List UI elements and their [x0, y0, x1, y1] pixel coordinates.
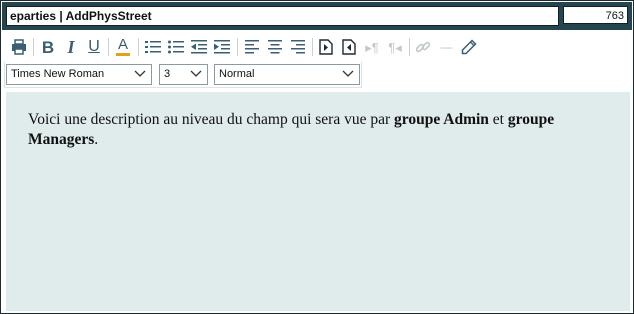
horizontal-rule-icon: ----: [440, 40, 453, 54]
character-count: 763: [563, 6, 628, 24]
toolbar-separator: [108, 38, 109, 56]
editor-content[interactable]: Voici une description au niveau du champ…: [28, 110, 608, 150]
toolbar-separator: [33, 38, 34, 56]
header-bar: eparties | AddPhysStreet 763: [2, 2, 632, 30]
toolbar-separator: [237, 38, 238, 56]
align-left-icon[interactable]: [241, 36, 263, 58]
underline-icon[interactable]: U: [83, 36, 105, 58]
font-color-icon[interactable]: A: [112, 36, 134, 58]
chevron-down-icon: [134, 70, 146, 77]
ltr-icon: ▸¶: [365, 39, 379, 55]
insert-field-icon[interactable]: [315, 36, 337, 58]
print-icon[interactable]: [8, 36, 30, 58]
toolbar-separator: [409, 38, 410, 56]
font-size-value: 3: [164, 68, 171, 80]
field-title[interactable]: eparties | AddPhysStreet: [6, 6, 559, 26]
description-text: Voici une description au niveau du champ…: [28, 111, 395, 128]
bold-icon[interactable]: B: [37, 36, 59, 58]
paragraph-format-select[interactable]: Normal: [214, 64, 360, 85]
link-icon: [412, 36, 434, 58]
editor-window: eparties | AddPhysStreet 763 B I U A ▸¶ …: [0, 0, 634, 314]
chevron-down-icon: [342, 70, 354, 77]
bold-group-admin: groupe Admin: [394, 111, 489, 128]
rich-text-editor[interactable]: Voici une description au niveau du champ…: [6, 92, 630, 311]
toolbar-separator: [312, 38, 313, 56]
unordered-list-icon[interactable]: [165, 36, 187, 58]
outdent-icon[interactable]: [188, 36, 210, 58]
font-size-select[interactable]: 3: [159, 64, 208, 85]
font-family-value: Times New Roman: [11, 68, 105, 80]
formatting-toolbar: B I U A ▸¶ ¶◂ ----: [4, 34, 629, 62]
description-text-and: et: [488, 111, 508, 128]
insert-field-back-icon[interactable]: [338, 36, 360, 58]
align-right-icon[interactable]: [287, 36, 309, 58]
pencil-icon[interactable]: [458, 36, 480, 58]
rtl-icon: ¶◂: [388, 39, 402, 55]
indent-icon[interactable]: [211, 36, 233, 58]
toolbar-separator: [138, 38, 139, 56]
chevron-down-icon: [190, 70, 202, 77]
italic-icon[interactable]: I: [60, 36, 82, 58]
font-family-select[interactable]: Times New Roman: [6, 64, 152, 85]
description-text-end: .: [94, 131, 99, 148]
paragraph-format-value: Normal: [219, 68, 255, 80]
align-center-icon[interactable]: [264, 36, 286, 58]
ordered-list-icon[interactable]: [142, 36, 164, 58]
